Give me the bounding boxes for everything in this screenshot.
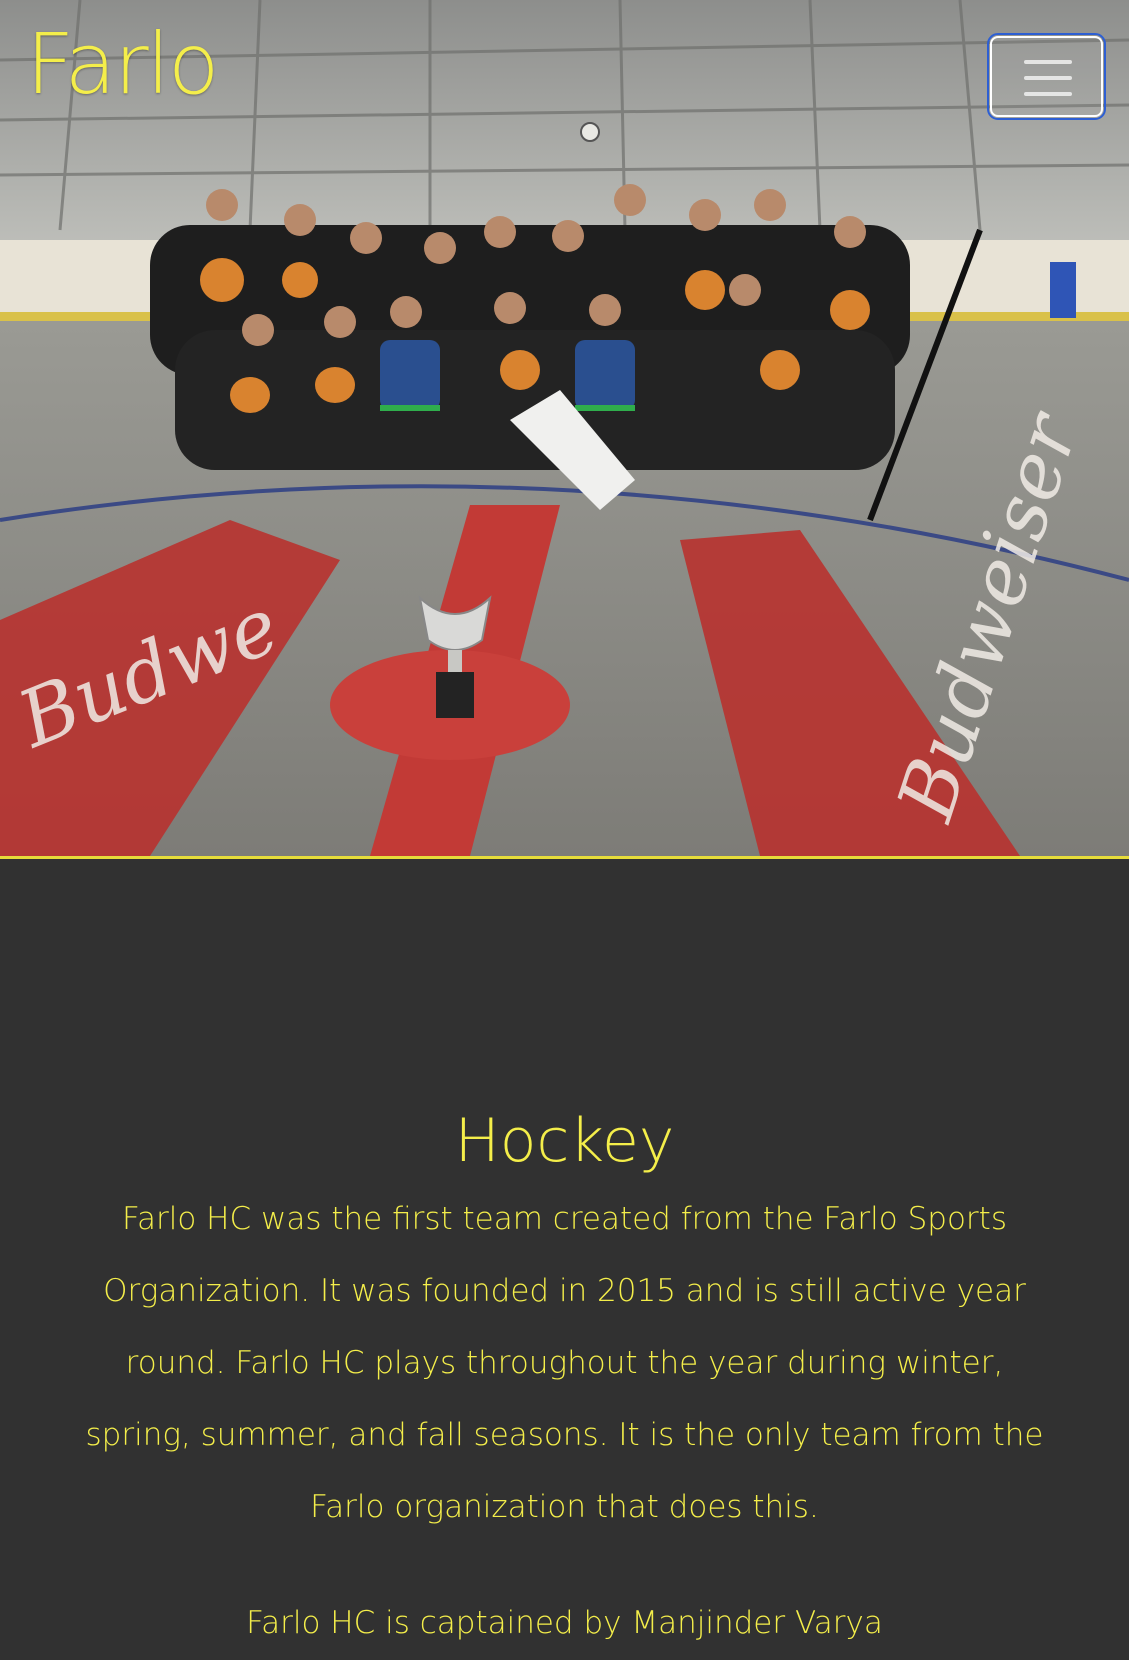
team-group <box>150 184 983 522</box>
team-photo-illustration: Budwe Budweiser <box>0 0 1129 856</box>
brand-logo[interactable]: Farlo <box>26 22 219 106</box>
menu-bar-top <box>1024 60 1072 64</box>
section-title: Hockey <box>454 1106 675 1176</box>
menu-bar-middle <box>1024 76 1072 80</box>
hockey-section: Hockey Farlo HC was the first team creat… <box>0 859 1129 1660</box>
section-description: Farlo HC was the first team created from… <box>85 1201 1044 1525</box>
hamburger-menu-button[interactable] <box>987 33 1106 120</box>
captain-text: Farlo HC is captained by Manjinder Varya <box>246 1605 883 1641</box>
menu-bar-bottom <box>1024 92 1072 96</box>
hero-team-photo: Budwe Budweiser Farlo <box>0 0 1129 859</box>
page: Budwe Budweiser Farlo Hockey Farlo HC wa… <box>0 0 1129 1660</box>
